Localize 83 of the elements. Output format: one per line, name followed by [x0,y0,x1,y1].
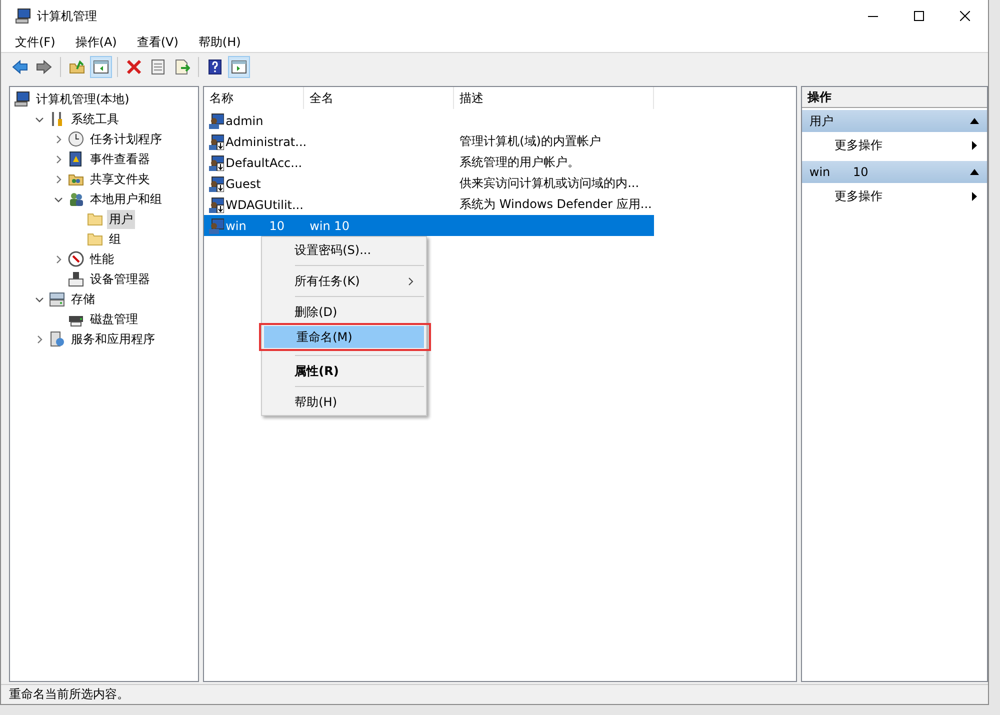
menu-item[interactable]: 帮助(H) [196,34,243,50]
table-cell: 管理计算机(域)的内置帐户 [460,133,601,150]
table-cell: DefaultAcc... [226,156,302,170]
column-header[interactable]: 描述 [454,87,654,109]
status-bar: 重命名当前所选内容。 [1,684,988,704]
panel-button[interactable] [228,56,250,78]
clock-icon [68,131,84,147]
panel-icon [93,59,109,75]
tree-node-icon [49,331,65,347]
tree-item[interactable]: 磁盘管理 [88,310,140,328]
submenu-chevron-icon [408,276,414,286]
user-icon [208,196,224,212]
table-cell: win 10 [226,218,285,232]
user-icon [208,154,224,170]
action-group-header[interactable]: win 10 [802,161,987,183]
properties-icon [150,59,166,75]
context-menu-item[interactable]: 属性(R) [262,360,426,382]
user-row[interactable]: Administrat... 管理计算机(域)的内置帐户 [204,131,654,152]
computer-icon [15,8,31,24]
tree-item[interactable]: 事件查看器 [88,150,152,168]
user-row[interactable]: Guest 供来宾访问计算机或访问域的内... [204,173,654,194]
tree-node-icon [68,191,84,207]
tree-item[interactable]: 存储 [69,290,97,308]
table-cell: admin [226,114,264,128]
tree-item[interactable]: 任务计划程序 [88,130,164,148]
user-icon [208,112,224,128]
submenu-triangle-icon [972,141,977,150]
forward-arrow-icon [36,59,52,75]
context-menu-item[interactable]: 删除(D) [262,301,426,323]
table-cell: 系统为 Windows Defender 应用... [460,196,652,213]
tree-item[interactable]: 服务和应用程序 [69,330,157,348]
user-icon [208,176,224,192]
folder-icon [87,211,103,227]
action-group-header[interactable]: 用户 [802,110,987,132]
actions-header: 操作 [802,87,987,108]
tree-item[interactable]: 共享文件夹 [88,170,152,188]
user-row[interactable]: admin [204,110,654,131]
tree-item[interactable]: 性能 [88,250,116,268]
column-header[interactable]: 全名 [304,87,454,109]
tree-node-icon [49,111,65,127]
tree-node-icon [68,151,84,167]
table-cell: 供来宾访问计算机或访问域的内... [460,175,640,192]
user-icon [208,218,224,234]
folder-icon [87,231,103,247]
tree-item[interactable]: 用户 [107,210,135,228]
tree-node-icon [49,291,65,307]
tree-item[interactable]: 设备管理器 [88,270,152,288]
window-title: 计算机管理 [37,8,97,24]
user-row[interactable]: DefaultAcc... 系统管理的用户帐户。 [204,152,654,173]
table-cell: 系统管理的用户帐户。 [460,154,580,171]
context-menu-item[interactable]: 帮助(H) [262,391,426,413]
user-icon [208,134,224,150]
delete-icon [126,59,142,75]
maximize-icon [914,11,924,21]
tree-node-icon [68,251,84,267]
context-menu-item[interactable]: 所有任务(K) [262,270,426,292]
table-cell: Guest [226,176,261,190]
back-arrow-icon [12,59,28,75]
menu-item[interactable]: 文件(F) [13,34,58,50]
context-menu-item[interactable]: 重命名(M) [264,326,424,348]
table-cell: WDAGUtilit... [226,198,304,212]
close-icon [960,11,970,21]
action-item[interactable]: 更多操作 [802,183,987,210]
tree-item[interactable]: 系统工具 [69,110,121,128]
computer-icon [14,91,30,107]
tree-item[interactable]: 计算机管理(本地) [34,90,132,108]
tree-item[interactable]: 本地用户和组 [88,190,164,208]
panel-button[interactable] [90,56,112,78]
menu-item[interactable]: 查看(V) [134,34,180,50]
user-row[interactable]: WDAGUtilit... 系统为 Windows Defender 应用... [204,194,654,215]
tree-item[interactable]: 组 [107,230,123,248]
panel-icon [231,59,247,75]
user-row[interactable]: win 10 win 10 [204,215,654,236]
table-cell: Administrat... [226,134,307,148]
menu-item[interactable]: 操作(A) [73,34,119,50]
help-icon [207,59,223,75]
table-cell: win 10 [310,218,350,232]
tree-node-icon [68,271,84,287]
export-icon [174,59,190,75]
folder-up-icon [69,59,85,75]
submenu-triangle-icon [972,192,977,201]
action-item[interactable]: 更多操作 [802,132,987,159]
context-menu-item[interactable]: 设置密码(S)... [262,239,426,261]
